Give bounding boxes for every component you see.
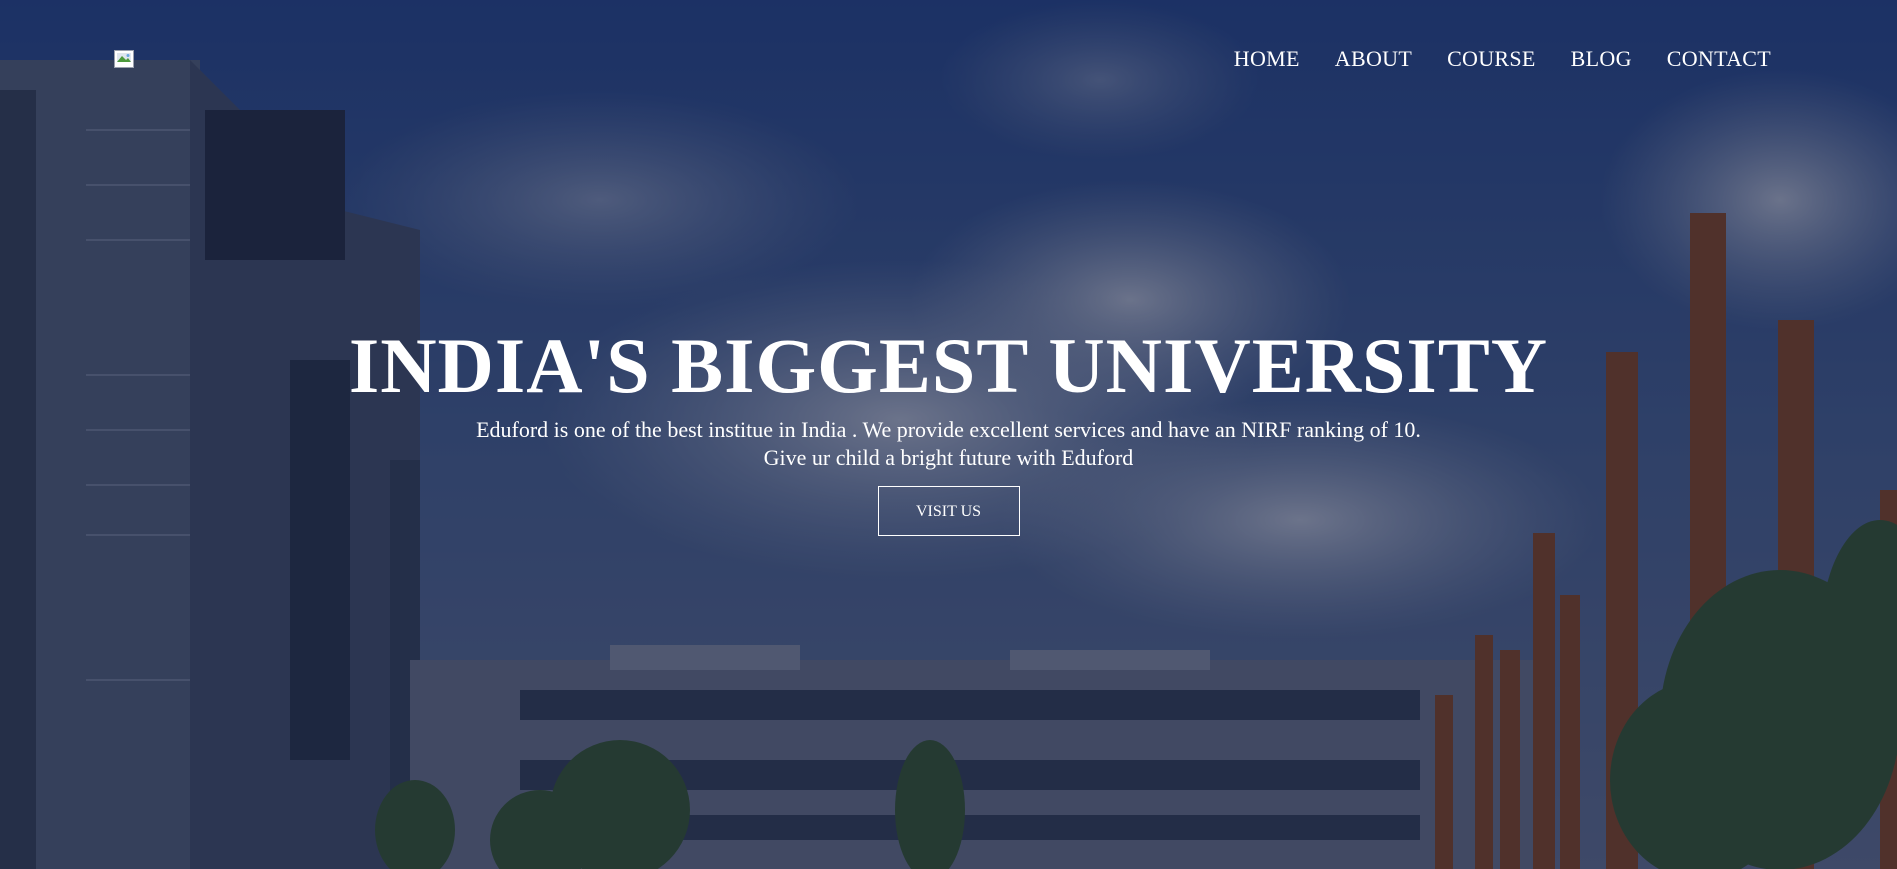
nav-link-about[interactable]: ABOUT — [1335, 46, 1412, 72]
logo-broken-image-icon[interactable] — [114, 50, 134, 68]
nav-link-contact[interactable]: CONTACT — [1667, 46, 1771, 72]
nav-links: HOME ABOUT COURSE BLOG CONTACT — [1199, 46, 1771, 72]
visit-us-button[interactable]: VISIT US — [877, 486, 1020, 536]
nav-link-course[interactable]: COURSE — [1447, 46, 1536, 72]
hero-section: HOME ABOUT COURSE BLOG CONTACT INDIA'S B… — [0, 0, 1897, 869]
hero-description-line1: Eduford is one of the best institue in I… — [476, 417, 1421, 442]
hero-content: INDIA'S BIGGEST UNIVERSITY Eduford is on… — [0, 322, 1897, 536]
hero-description-line2: Give ur child a bright future with Edufo… — [763, 445, 1134, 470]
navbar: HOME ABOUT COURSE BLOG CONTACT — [0, 0, 1897, 120]
nav-link-blog[interactable]: BLOG — [1571, 46, 1632, 72]
hero-title: INDIA'S BIGGEST UNIVERSITY — [348, 322, 1549, 409]
hero-description: Eduford is one of the best institue in I… — [399, 416, 1499, 472]
nav-link-home[interactable]: HOME — [1234, 46, 1300, 72]
